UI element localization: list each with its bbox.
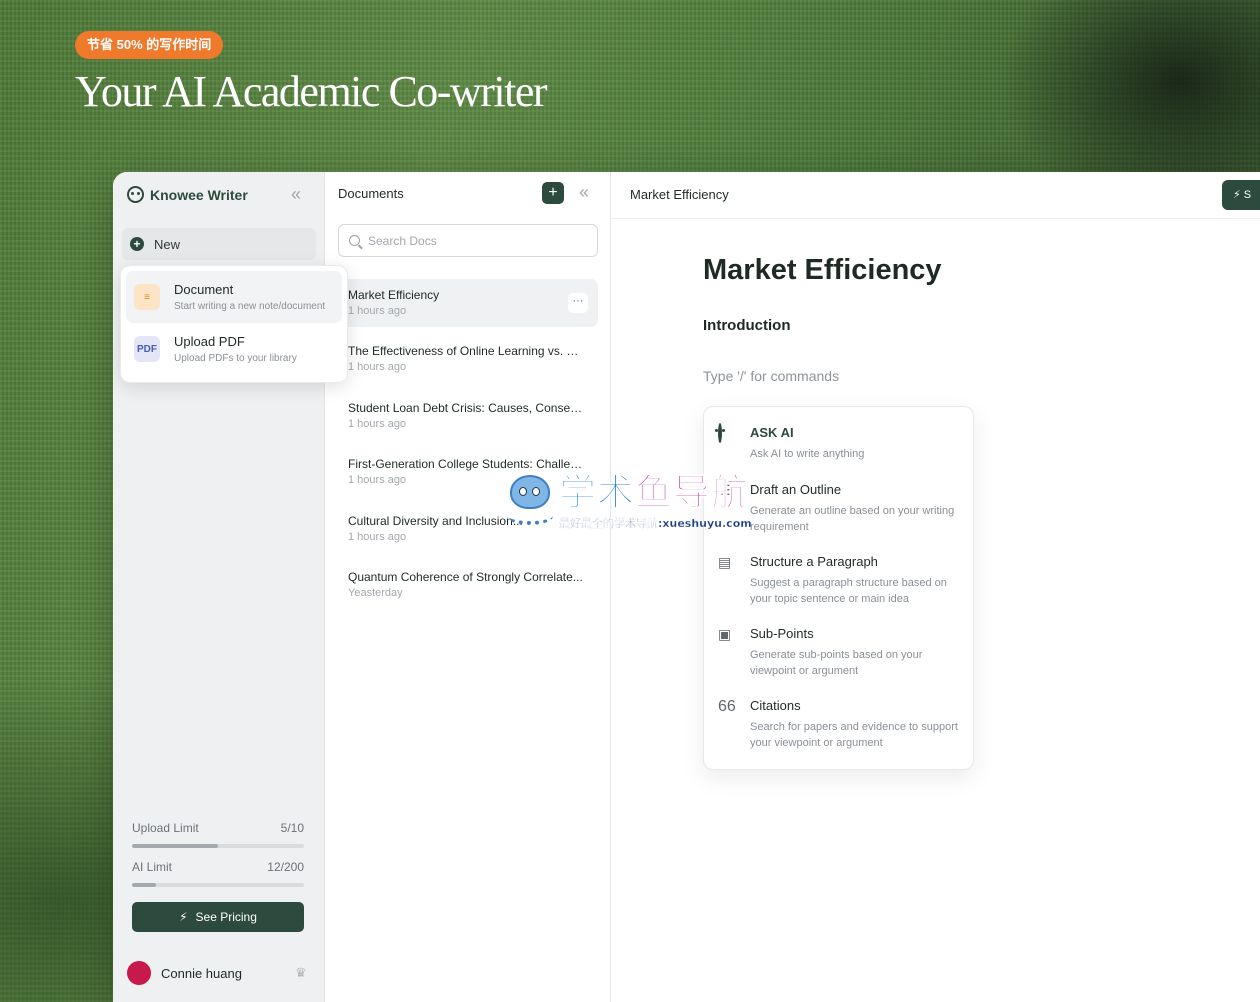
bolt-icon: ⚡ bbox=[179, 910, 188, 924]
editor-panel: Market Efficiency ⚡ S Market Efficiency … bbox=[611, 172, 1260, 1002]
command-desc: Suggest a paragraph structure based on y… bbox=[750, 577, 947, 605]
ai-limit: AI Limit 12/200 bbox=[132, 860, 304, 887]
documents-title: Documents bbox=[338, 186, 404, 201]
quote-icon: 66 bbox=[718, 698, 736, 715]
owl-icon bbox=[718, 423, 722, 443]
document-item[interactable]: Market Efficiency 1 hours ago ··· bbox=[338, 279, 598, 327]
top-action-label: S bbox=[1243, 189, 1252, 201]
new-menu-popup: ≡ Document Start writing a new note/docu… bbox=[120, 265, 348, 383]
document-list: Market Efficiency 1 hours ago ··· The Ef… bbox=[338, 279, 598, 617]
command-citations[interactable]: 66 Citations Search for papers and evide… bbox=[718, 698, 961, 770]
new-document-title: Document bbox=[174, 282, 234, 297]
hero-badge: 节省 50% 的写作时间 bbox=[75, 31, 224, 59]
app-window: Knowee Writer « + New ≡ Document Start w… bbox=[113, 172, 1260, 1002]
section-heading[interactable]: Introduction bbox=[703, 317, 790, 334]
document-time: Yeasterday bbox=[348, 586, 403, 599]
command-title: Citations bbox=[750, 698, 801, 713]
document-time: 1 hours ago bbox=[348, 417, 407, 430]
brand[interactable]: Knowee Writer bbox=[127, 186, 248, 203]
command-title: Draft an Outline bbox=[750, 482, 842, 497]
user-name: Connie huang bbox=[161, 965, 242, 981]
document-name: Quantum Coherence of Strongly Correlate.… bbox=[348, 569, 583, 584]
document-item[interactable]: Quantum Coherence of Strongly Correlate.… bbox=[338, 561, 598, 609]
command-placeholder[interactable]: Type '/' for commands bbox=[703, 368, 839, 384]
command-title: Structure a Paragraph bbox=[750, 554, 878, 569]
avatar bbox=[127, 961, 151, 985]
command-ask-ai[interactable]: ASK AI Ask AI to write anything bbox=[718, 423, 961, 482]
command-title: ASK AI bbox=[750, 425, 794, 440]
upload-pdf-title: Upload PDF bbox=[174, 334, 245, 349]
top-action-button[interactable]: ⚡ S bbox=[1222, 180, 1260, 210]
bolt-icon: ⚡ bbox=[1233, 189, 1241, 201]
search-icon bbox=[349, 235, 360, 246]
editor-tab-title[interactable]: Market Efficiency bbox=[630, 187, 729, 202]
document-name: The Effectiveness of Online Learning vs.… bbox=[348, 344, 584, 359]
command-sub-points[interactable]: ▣ Sub-Points Generate sub-points based o… bbox=[718, 626, 961, 698]
upload-pdf-subtitle: Upload PDFs to your library bbox=[174, 353, 297, 364]
see-pricing-button[interactable]: ⚡ See Pricing bbox=[132, 902, 304, 932]
document-icon: ≡ bbox=[134, 284, 160, 310]
command-desc: Generate sub-points based on your viewpo… bbox=[750, 649, 923, 677]
more-options-icon[interactable]: ··· bbox=[568, 293, 588, 313]
user-profile[interactable]: Connie huang bbox=[127, 961, 242, 985]
sidebar: Knowee Writer « + New ≡ Document Start w… bbox=[113, 172, 348, 1002]
collapse-documents-icon[interactable]: « bbox=[579, 182, 589, 203]
watermark: 学术鱼导航 最好最全的学术导航:xueshuyu.com bbox=[505, 471, 752, 531]
document-time: 1 hours ago bbox=[348, 305, 407, 317]
plus-icon: + bbox=[130, 237, 144, 251]
watermark-title: 学术鱼导航 bbox=[559, 471, 752, 514]
pdf-icon: PDF bbox=[134, 336, 160, 362]
documents-panel: Documents + « Market Efficiency 1 hours … bbox=[325, 172, 611, 1002]
watermark-title-b: 鱼导航 bbox=[635, 471, 749, 514]
ai-limit-value: 12/200 bbox=[267, 860, 304, 874]
command-menu: ASK AI Ask AI to write anything ☰ Draft … bbox=[703, 406, 974, 770]
new-button[interactable]: + New bbox=[122, 228, 316, 260]
octopus-mascot-icon bbox=[505, 473, 555, 527]
command-desc: Generate an outline based on your writin… bbox=[750, 505, 955, 533]
command-title: Sub-Points bbox=[750, 626, 814, 641]
command-desc: Search for papers and evidence to suppor… bbox=[750, 721, 958, 749]
command-desc: Ask AI to write anything bbox=[750, 448, 865, 460]
ai-limit-label: AI Limit bbox=[132, 860, 173, 874]
structure-icon: ▤ bbox=[718, 554, 732, 570]
add-document-button[interactable]: + bbox=[542, 182, 564, 204]
list-icon: ▣ bbox=[718, 626, 732, 642]
search-input[interactable] bbox=[368, 233, 568, 248]
document-time: 1 hours ago bbox=[348, 361, 407, 374]
command-draft-outline[interactable]: ☰ Draft an Outline Generate an outline b… bbox=[718, 482, 961, 554]
upload-limit-label: Upload Limit bbox=[132, 821, 199, 835]
upload-limit-value: 5/10 bbox=[280, 821, 304, 835]
upload-pdf-item[interactable]: PDF Upload PDF Upload PDFs to your libra… bbox=[126, 323, 342, 375]
collapse-sidebar-icon[interactable]: « bbox=[291, 184, 301, 205]
document-item[interactable]: Student Loan Debt Crisis: Causes, Conseq… bbox=[338, 392, 598, 440]
document-item[interactable]: The Effectiveness of Online Learning vs.… bbox=[338, 335, 598, 383]
new-document-subtitle: Start writing a new note/document bbox=[174, 301, 326, 312]
search-box[interactable] bbox=[338, 224, 598, 257]
upload-limit-fill bbox=[132, 844, 218, 848]
see-pricing-label: See Pricing bbox=[195, 910, 257, 924]
upload-limit: Upload Limit 5/10 bbox=[132, 821, 304, 848]
ai-limit-bar bbox=[132, 883, 304, 887]
editor-topbar: Market Efficiency ⚡ S bbox=[611, 172, 1260, 219]
hero-title: Your AI Academic Co-writer bbox=[75, 67, 548, 116]
document-name: Market Efficiency bbox=[348, 288, 440, 302]
crown-icon[interactable]: ♛ bbox=[295, 965, 307, 981]
watermark-title-a: 学术 bbox=[559, 471, 635, 514]
upload-limit-bar bbox=[132, 844, 304, 848]
watermark-subtitle: 最好最全的学术导航:xueshuyu.com bbox=[559, 517, 752, 530]
new-button-label: New bbox=[154, 236, 181, 252]
ai-limit-fill bbox=[132, 883, 157, 887]
command-structure-paragraph[interactable]: ▤ Structure a Paragraph Suggest a paragr… bbox=[718, 554, 961, 626]
document-name: First-Generation College Students: Chall… bbox=[348, 457, 584, 472]
brand-name: Knowee Writer bbox=[150, 186, 248, 203]
new-document-item[interactable]: ≡ Document Start writing a new note/docu… bbox=[126, 271, 342, 323]
document-name: Student Loan Debt Crisis: Causes, Conseq… bbox=[348, 400, 584, 415]
document-heading[interactable]: Market Efficiency bbox=[703, 254, 942, 287]
owl-logo-icon bbox=[127, 186, 144, 203]
document-time: 1 hours ago bbox=[348, 530, 407, 543]
